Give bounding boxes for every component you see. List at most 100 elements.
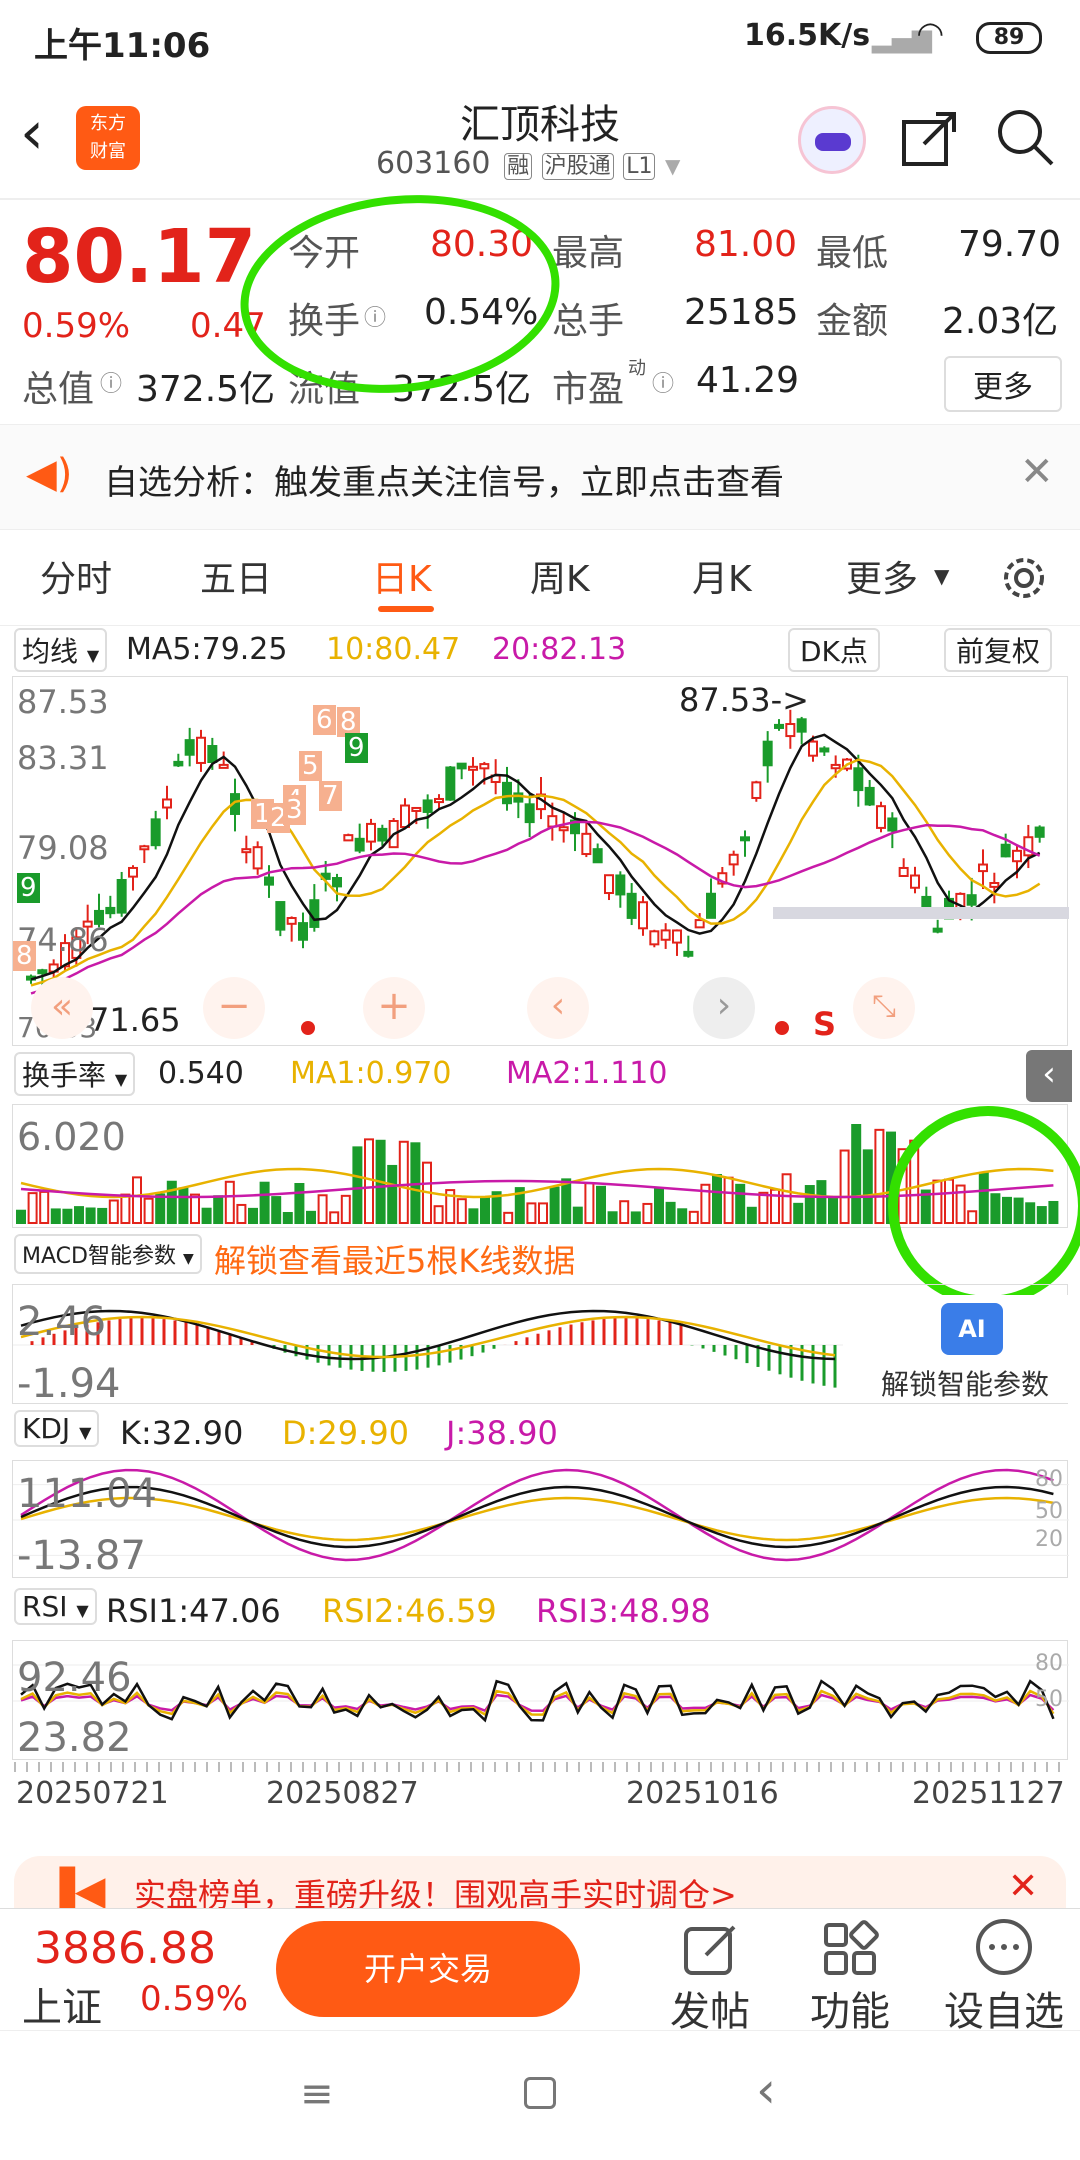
candle-body <box>581 832 592 856</box>
chevron-down-icon: ▼ <box>182 1251 194 1267</box>
rsi1-value: RSI1:47.06 <box>106 1592 281 1630</box>
turnover-bar <box>607 1211 618 1225</box>
candle-body <box>706 892 716 919</box>
candle-body <box>626 892 637 919</box>
rsi2-value: RSI2:46.59 <box>322 1592 497 1630</box>
kdj-select-label: KDJ <box>22 1412 71 1445</box>
open-account-trade-button[interactable]: 开户交易 <box>276 1921 580 2017</box>
amount-label: 金额 <box>816 301 889 342</box>
turnover-bar <box>364 1138 374 1224</box>
kdj-j: J:38.90 <box>446 1414 558 1452</box>
kline-chart[interactable]: 87.53 83.31 79.08 74.86 70.63 87.53-> 71… <box>12 676 1069 1046</box>
post-button[interactable]: 发帖 <box>650 1909 770 2035</box>
candle-body <box>762 740 773 767</box>
volume-label: 总手 <box>552 301 625 342</box>
signal-mark: 7 <box>319 781 342 811</box>
back-nav-icon[interactable]: ‹ <box>756 2061 776 2119</box>
turnover-select-label: 换手率 <box>22 1059 107 1092</box>
collapse-panel-button[interactable]: ‹ <box>1026 1050 1072 1102</box>
expand-icon[interactable]: ⤡ <box>853 977 915 1039</box>
tab-monthly-k[interactable]: 月K <box>692 550 752 602</box>
zoom-in-button[interactable]: + <box>363 977 425 1039</box>
turnover-bar <box>213 1195 224 1224</box>
alert-banner[interactable]: ◀) 自选分析：触发重点关注信号，立即点击查看 ✕ <box>0 424 1080 530</box>
scroll-left-fast-button[interactable]: « <box>31 977 93 1039</box>
ma-select[interactable]: 均线 ▼ <box>14 628 108 672</box>
signal-mark: 5 <box>299 751 322 781</box>
zoom-out-button[interactable]: − <box>203 977 265 1039</box>
turnover-bar <box>758 1191 769 1224</box>
sell-signal-mark: S <box>813 1005 837 1043</box>
info-icon[interactable]: ⓘ <box>652 366 674 398</box>
ma20-value: 20:82.13 <box>492 632 627 667</box>
dk-point-button[interactable]: DK点 <box>788 628 880 672</box>
active-tab-indicator <box>378 606 434 612</box>
kdj-k: K:32.90 <box>120 1414 244 1452</box>
turnover-bar <box>828 1196 838 1225</box>
more-button[interactable]: 更多 <box>944 356 1062 412</box>
mcap-value: 372.5亿 <box>136 369 276 410</box>
candle-body <box>1012 849 1022 863</box>
status-time: 上午11:06 <box>34 26 211 66</box>
amount-value: 2.03亿 <box>942 301 1059 342</box>
rsi-select[interactable]: RSI ▼ <box>14 1588 97 1625</box>
megaphone-icon: ▐◀ <box>44 1868 106 1908</box>
tab-weekly-k[interactable]: 周K <box>530 550 590 602</box>
turnover-bar <box>294 1183 305 1224</box>
macd-unlock-link[interactable]: 解锁查看最近5根K线数据 <box>214 1236 575 1282</box>
promo-banner[interactable]: ▐◀ 实盘榜单，重磅升级！围观高手实时调仓> ✕ <box>14 1856 1066 1908</box>
candle-body <box>660 929 671 941</box>
gear-icon[interactable] <box>996 550 1052 606</box>
tab-five-day[interactable]: 五日 <box>200 550 272 602</box>
info-icon[interactable]: ⓘ <box>100 366 122 398</box>
turnover-bar <box>201 1207 212 1224</box>
turnover-select[interactable]: 换手率 ▼ <box>14 1052 136 1096</box>
candle-body <box>377 827 388 842</box>
add-favorite-label: 设自选 <box>944 1989 1064 2035</box>
candle-body <box>785 723 796 738</box>
scroll-left-button[interactable]: ‹ <box>527 977 589 1039</box>
candle-body <box>184 739 195 756</box>
kdj-select[interactable]: KDJ ▼ <box>14 1410 100 1447</box>
search-icon[interactable] <box>994 106 1058 170</box>
functions-button[interactable]: 功能 <box>790 1909 910 2035</box>
candle-body <box>796 718 807 733</box>
candle-body <box>354 837 365 852</box>
share-icon[interactable] <box>900 108 960 168</box>
turnover-bar <box>874 1128 885 1224</box>
turnover-bar <box>16 1209 26 1224</box>
turnover-bar <box>85 1207 96 1224</box>
candle-body <box>649 930 660 946</box>
turnover-bar <box>306 1210 316 1224</box>
adjust-button[interactable]: 前复权 <box>944 628 1053 672</box>
candle-body <box>978 863 988 873</box>
scroll-right-button[interactable]: › <box>693 977 755 1039</box>
stock-code-row[interactable]: 603160 融 沪股通 L1 ▼ <box>376 146 680 181</box>
turnover-bar <box>480 1196 490 1225</box>
turnover-bar <box>352 1146 363 1224</box>
rsi-level-50: 50 <box>1035 1687 1063 1712</box>
date-axis: 20250721 20250827 20251016 20251127 <box>0 1762 1080 1822</box>
candle-body <box>1034 826 1045 838</box>
macd-select[interactable]: MACD智能参数 ▼ <box>14 1234 202 1274</box>
tab-daily-k[interactable]: 日K <box>372 550 432 602</box>
home-icon[interactable] <box>524 2077 556 2109</box>
add-favorite-button[interactable]: 设自选 <box>934 1909 1074 2035</box>
candle-body <box>275 901 286 931</box>
tab-intraday[interactable]: 分时 <box>40 550 112 602</box>
candle-body <box>241 848 252 854</box>
turnover-bar <box>108 1199 119 1224</box>
y-label-3: 79.08 <box>17 829 109 867</box>
close-icon[interactable]: ✕ <box>1008 1866 1038 1907</box>
kdj-level-20: 20 <box>1035 1527 1063 1552</box>
close-icon[interactable]: ✕ <box>1020 449 1054 495</box>
tab-more[interactable]: 更多 <box>846 550 918 602</box>
turnover-bar <box>329 1211 340 1224</box>
menu-icon[interactable]: ≡ <box>300 2071 334 2117</box>
macd-select-label: MACD智能参数 <box>22 1244 176 1269</box>
robot-assistant-icon[interactable] <box>798 106 866 174</box>
ai-unlock-box[interactable]: AI 解锁智能参数 <box>843 1295 1069 1403</box>
chevron-down-icon: ▼ <box>76 1601 89 1620</box>
candle-body <box>898 866 909 877</box>
turnover-bar <box>665 1201 676 1224</box>
